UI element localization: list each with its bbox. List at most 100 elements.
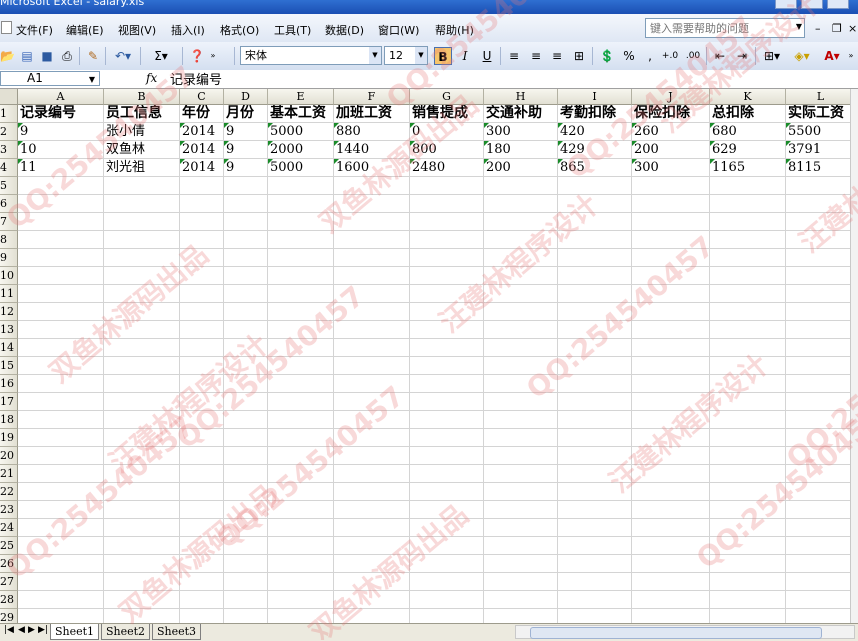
cell[interactable] bbox=[484, 285, 558, 303]
data-cell[interactable]: 2014 bbox=[180, 159, 224, 177]
cell[interactable] bbox=[224, 357, 268, 375]
cell[interactable] bbox=[558, 375, 632, 393]
cell[interactable] bbox=[224, 321, 268, 339]
header-cell[interactable]: 交通补助 bbox=[484, 105, 558, 123]
cell[interactable] bbox=[710, 591, 786, 609]
cell[interactable] bbox=[484, 303, 558, 321]
cell[interactable] bbox=[410, 573, 484, 591]
cell[interactable] bbox=[268, 213, 334, 231]
cell[interactable] bbox=[18, 519, 104, 537]
cell[interactable] bbox=[632, 231, 710, 249]
cell[interactable] bbox=[268, 555, 334, 573]
header-cell[interactable]: 加班工资 bbox=[334, 105, 410, 123]
cell[interactable] bbox=[484, 195, 558, 213]
cell[interactable] bbox=[632, 375, 710, 393]
cell[interactable] bbox=[180, 555, 224, 573]
cell[interactable] bbox=[268, 321, 334, 339]
cell[interactable] bbox=[104, 483, 180, 501]
cell[interactable] bbox=[710, 573, 786, 591]
cell[interactable] bbox=[104, 195, 180, 213]
cell[interactable] bbox=[334, 321, 410, 339]
cell[interactable] bbox=[710, 195, 786, 213]
cell[interactable] bbox=[334, 537, 410, 555]
cell[interactable] bbox=[558, 231, 632, 249]
data-cell[interactable]: 300 bbox=[632, 159, 710, 177]
data-cell[interactable]: 260 bbox=[632, 123, 710, 141]
cell[interactable] bbox=[104, 267, 180, 285]
data-cell[interactable]: 2480 bbox=[410, 159, 484, 177]
worksheet-grid[interactable]: ABCDEFGHIJKL 1 2 3 4 5 6 7 8 9 10 11 12 13 14 15 16 17 18… bbox=[0, 89, 858, 623]
cell[interactable] bbox=[180, 267, 224, 285]
cell[interactable] bbox=[410, 591, 484, 609]
cell[interactable] bbox=[268, 357, 334, 375]
row-header[interactable]: 22 bbox=[0, 483, 18, 501]
cell[interactable] bbox=[558, 195, 632, 213]
row-header[interactable]: 3 bbox=[0, 141, 18, 159]
cell[interactable] bbox=[180, 393, 224, 411]
row-header[interactable]: 28 bbox=[0, 591, 18, 609]
cell[interactable] bbox=[334, 411, 410, 429]
cell[interactable] bbox=[484, 375, 558, 393]
cell[interactable] bbox=[632, 555, 710, 573]
cell[interactable] bbox=[786, 429, 856, 447]
row-header[interactable]: 29 bbox=[0, 609, 18, 623]
cell[interactable] bbox=[786, 195, 856, 213]
cell[interactable] bbox=[268, 591, 334, 609]
cell[interactable] bbox=[18, 375, 104, 393]
font-name-select[interactable]: 宋体 ▼ bbox=[240, 46, 382, 65]
data-cell[interactable]: 300 bbox=[484, 123, 558, 141]
cell[interactable] bbox=[268, 465, 334, 483]
cell[interactable] bbox=[410, 285, 484, 303]
horizontal-scrollbar[interactable] bbox=[515, 625, 855, 639]
cell[interactable] bbox=[558, 537, 632, 555]
cell[interactable] bbox=[18, 321, 104, 339]
cell[interactable] bbox=[410, 375, 484, 393]
cell[interactable] bbox=[268, 447, 334, 465]
cell[interactable] bbox=[224, 501, 268, 519]
cell[interactable] bbox=[710, 447, 786, 465]
chevron-down-icon[interactable]: ▼ bbox=[89, 73, 95, 86]
cell[interactable] bbox=[334, 231, 410, 249]
cell[interactable] bbox=[18, 483, 104, 501]
cell[interactable] bbox=[104, 555, 180, 573]
cell[interactable] bbox=[268, 429, 334, 447]
chevron-down-icon[interactable]: ▼ bbox=[415, 47, 427, 64]
data-cell[interactable]: 9 bbox=[224, 159, 268, 177]
cell[interactable] bbox=[180, 195, 224, 213]
data-cell[interactable]: 2014 bbox=[180, 141, 224, 159]
cell[interactable] bbox=[710, 411, 786, 429]
cell[interactable] bbox=[410, 555, 484, 573]
cell[interactable] bbox=[710, 555, 786, 573]
cell[interactable] bbox=[410, 357, 484, 375]
cell[interactable] bbox=[558, 267, 632, 285]
data-cell[interactable]: 10 bbox=[18, 141, 104, 159]
cell[interactable] bbox=[268, 339, 334, 357]
cell[interactable] bbox=[710, 393, 786, 411]
cell[interactable] bbox=[410, 213, 484, 231]
cell[interactable] bbox=[334, 429, 410, 447]
row-header[interactable]: 5 bbox=[0, 177, 18, 195]
data-cell[interactable]: 865 bbox=[558, 159, 632, 177]
cell[interactable] bbox=[484, 573, 558, 591]
cell[interactable] bbox=[710, 213, 786, 231]
cell[interactable] bbox=[632, 591, 710, 609]
cell[interactable] bbox=[268, 411, 334, 429]
cell[interactable] bbox=[18, 465, 104, 483]
cell[interactable] bbox=[224, 303, 268, 321]
cell[interactable] bbox=[632, 537, 710, 555]
cell[interactable] bbox=[104, 375, 180, 393]
tab-sheet3[interactable]: Sheet3 bbox=[152, 624, 202, 640]
cell[interactable] bbox=[632, 249, 710, 267]
cell[interactable] bbox=[180, 501, 224, 519]
row-header[interactable]: 6 bbox=[0, 195, 18, 213]
cell[interactable] bbox=[786, 321, 856, 339]
cell[interactable] bbox=[180, 537, 224, 555]
autosum-button[interactable]: Σ▾ bbox=[148, 47, 174, 65]
menu-format[interactable]: 格式(O) bbox=[220, 22, 259, 38]
cell[interactable] bbox=[18, 249, 104, 267]
cell[interactable] bbox=[558, 249, 632, 267]
cell[interactable] bbox=[632, 573, 710, 591]
cell[interactable] bbox=[786, 357, 856, 375]
cell[interactable] bbox=[410, 429, 484, 447]
cell[interactable] bbox=[410, 411, 484, 429]
